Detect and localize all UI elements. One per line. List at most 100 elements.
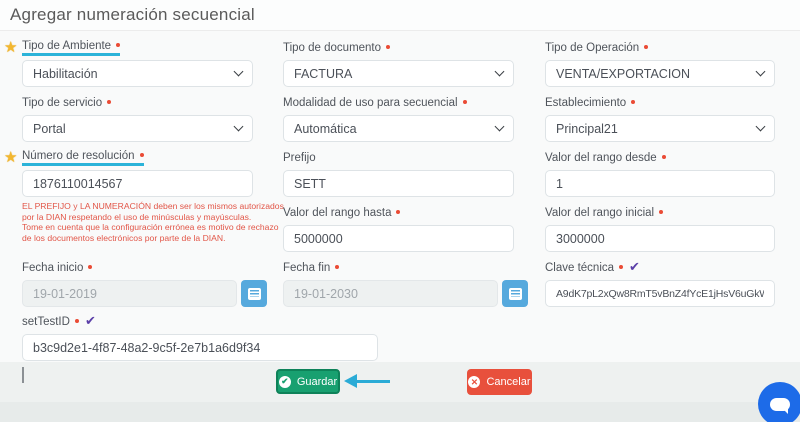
text-cursor: [22, 367, 24, 383]
tipo-operacion-value: VENTA/EXPORTACION: [556, 67, 690, 81]
required-dot: [88, 265, 92, 269]
fecha-inicio-label: Fecha inicio: [22, 262, 83, 274]
dian-warning-text: EL PREFIJO y LA NUMERACIÓN deben ser los…: [22, 201, 284, 243]
chevron-down-icon: [756, 67, 766, 77]
set-test-id-input[interactable]: [22, 334, 378, 361]
tipo-documento-value: FACTURA: [294, 67, 352, 81]
required-dot: [107, 100, 111, 104]
check-circle-icon: ✔: [279, 376, 291, 388]
required-dot: [75, 319, 79, 323]
prefijo-label-row: Prefijo: [283, 150, 514, 166]
rango-inicial-label: Valor del rango inicial: [545, 207, 654, 219]
star-icon: ★: [4, 148, 17, 166]
required-dot: [659, 210, 663, 214]
required-dot: [662, 155, 666, 159]
rango-desde-label-row: Valor del rango desde: [545, 150, 775, 166]
annotation-arrow-icon: [344, 374, 390, 388]
rango-inicial-label-row: Valor del rango inicial: [545, 205, 775, 221]
chat-bubble-icon: [770, 398, 790, 411]
tipo-servicio-select[interactable]: Portal: [22, 115, 253, 142]
calendar-button[interactable]: [241, 280, 267, 307]
field-rango-desde: Valor del rango desde: [545, 150, 775, 197]
required-dot: [396, 210, 400, 214]
prefijo-label: Prefijo: [283, 152, 316, 164]
rango-desde-label: Valor del rango desde: [545, 152, 657, 164]
tipo-operacion-label-row: Tipo de Operación: [545, 40, 775, 56]
field-tipo-ambiente: ★ Tipo de Ambiente Habilitación: [22, 40, 253, 87]
required-dot: [335, 265, 339, 269]
tipo-servicio-value: Portal: [33, 122, 66, 136]
rango-desde-input[interactable]: [545, 170, 775, 197]
numero-resolucion-input[interactable]: [22, 170, 253, 197]
establecimiento-label: Establecimiento: [545, 97, 626, 109]
calendar-icon: [509, 288, 522, 300]
fecha-fin-label-row: Fecha fin: [283, 260, 528, 276]
required-dot: [644, 45, 648, 49]
fecha-inicio-label-row: Fecha inicio: [22, 260, 267, 276]
modalidad-label: Modalidad de uso para secuencial: [283, 97, 458, 109]
rango-inicial-input[interactable]: [545, 225, 775, 252]
chat-bubble-button[interactable]: [758, 382, 800, 422]
cancel-button-label: Cancelar: [486, 376, 530, 388]
x-circle-icon: ✕: [468, 376, 480, 388]
fecha-fin-input: [283, 280, 498, 307]
numero-resolucion-label-row: ★ Número de resolución: [22, 150, 253, 166]
prefijo-input[interactable]: [283, 170, 514, 197]
required-dot: [116, 43, 120, 47]
field-prefijo: Prefijo: [283, 150, 514, 197]
calendar-icon: [248, 288, 261, 300]
clave-tecnica-label-row: Clave técnica ✔: [545, 260, 775, 276]
tipo-documento-label: Tipo de documento: [283, 42, 381, 54]
field-establecimiento: Establecimiento Principal21: [545, 95, 775, 142]
fecha-fin-label: Fecha fin: [283, 262, 330, 274]
cancel-button[interactable]: ✕ Cancelar: [467, 369, 532, 395]
field-rango-hasta: Valor del rango hasta: [283, 205, 514, 252]
verified-check-icon: ✔: [629, 259, 640, 275]
field-rango-inicial: Valor del rango inicial: [545, 205, 775, 252]
tipo-ambiente-value: Habilitación: [33, 67, 98, 81]
tipo-operacion-select[interactable]: VENTA/EXPORTACION: [545, 60, 775, 87]
warning-line-1: EL PREFIJO y LA NUMERACIÓN deben ser los…: [22, 201, 284, 222]
establecimiento-select[interactable]: Principal21: [545, 115, 775, 142]
field-fecha-fin: Fecha fin: [283, 260, 528, 307]
required-dot: [140, 153, 144, 157]
rango-hasta-label-row: Valor del rango hasta: [283, 205, 514, 221]
tipo-ambiente-select[interactable]: Habilitación: [22, 60, 253, 87]
star-icon: ★: [4, 38, 17, 56]
tipo-documento-select[interactable]: FACTURA: [283, 60, 514, 87]
fecha-inicio-input: [22, 280, 237, 307]
field-modalidad: Modalidad de uso para secuencial Automát…: [283, 95, 514, 142]
chevron-down-icon: [495, 67, 505, 77]
chevron-down-icon: [756, 122, 766, 132]
field-set-test-id: setTestID ✔: [22, 314, 378, 361]
establecimiento-label-row: Establecimiento: [545, 95, 775, 111]
establecimiento-value: Principal21: [556, 122, 618, 136]
clave-tecnica-label: Clave técnica: [545, 262, 614, 274]
field-tipo-documento: Tipo de documento FACTURA: [283, 40, 514, 87]
chevron-down-icon: [234, 67, 244, 77]
required-dot: [386, 45, 390, 49]
footer-band: [0, 362, 800, 402]
chevron-down-icon: [234, 122, 244, 132]
rango-hasta-label: Valor del rango hasta: [283, 207, 391, 219]
field-tipo-servicio: Tipo de servicio Portal: [22, 95, 253, 142]
set-test-id-label: setTestID: [22, 316, 70, 328]
save-button[interactable]: ✔ Guardar: [276, 369, 340, 394]
tipo-servicio-label-row: Tipo de servicio: [22, 95, 253, 111]
modalidad-value: Automática: [294, 122, 357, 136]
page-header: Agregar numeración secuencial: [0, 0, 800, 31]
field-tipo-operacion: Tipo de Operación VENTA/EXPORTACION: [545, 40, 775, 87]
field-clave-tecnica: Clave técnica ✔: [545, 260, 775, 307]
required-dot: [619, 265, 623, 269]
calendar-button[interactable]: [502, 280, 528, 307]
rango-hasta-input[interactable]: [283, 225, 514, 252]
tipo-ambiente-label: Tipo de Ambiente: [22, 40, 111, 52]
warning-line-2: Tome en cuenta que la configuración erró…: [22, 222, 284, 243]
tipo-operacion-label: Tipo de Operación: [545, 42, 639, 54]
bottom-strip: [0, 402, 800, 422]
field-numero-resolucion: ★ Número de resolución: [22, 150, 253, 197]
field-fecha-inicio: Fecha inicio: [22, 260, 267, 307]
clave-tecnica-input[interactable]: [545, 280, 775, 307]
modalidad-select[interactable]: Automática: [283, 115, 514, 142]
tipo-ambiente-label-row: ★ Tipo de Ambiente: [22, 40, 253, 56]
